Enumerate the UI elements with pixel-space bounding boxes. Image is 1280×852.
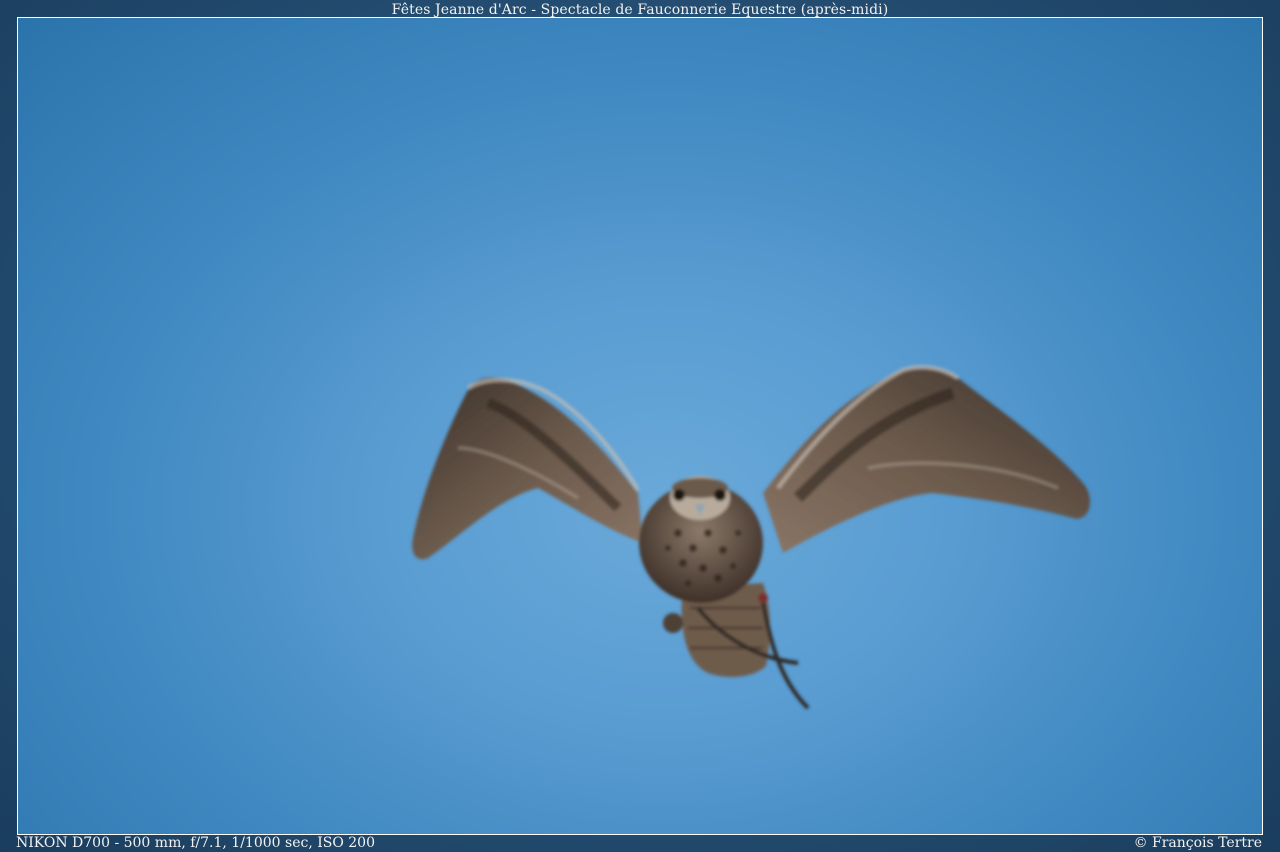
photo [17, 17, 1263, 835]
falcon-icon [412, 365, 1091, 710]
talon [663, 613, 683, 633]
copyright-credit: © François Tertre [1133, 835, 1262, 851]
right-eye [714, 489, 726, 501]
left-eye [673, 489, 685, 501]
right-wing [763, 367, 1091, 553]
exif-caption: NIKON D700 - 500 mm, f/7.1, 1/1000 sec, … [16, 835, 375, 851]
falcon-illustration [412, 365, 1091, 710]
